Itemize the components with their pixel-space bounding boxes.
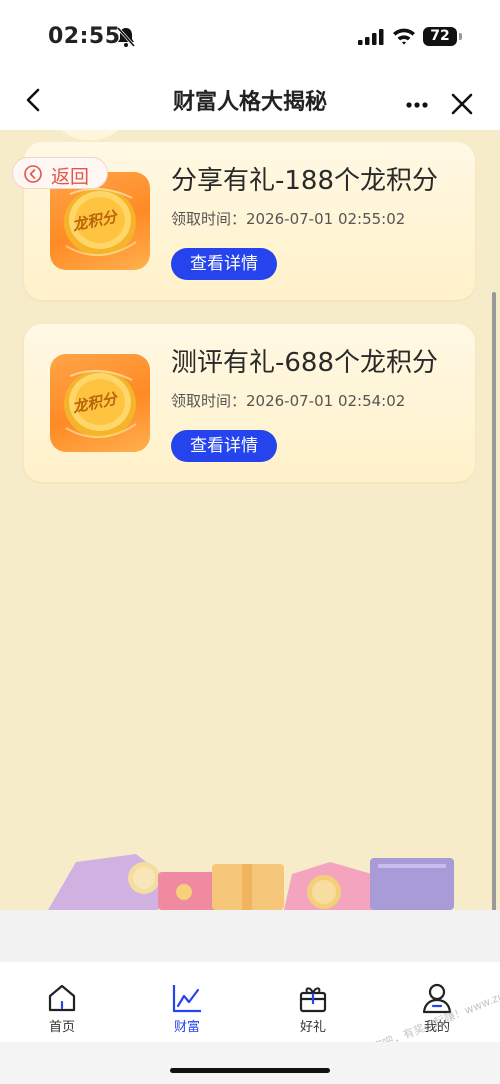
header-decoration [48, 130, 132, 140]
wifi-icon [392, 27, 416, 49]
tab-home[interactable]: 首页 [22, 982, 102, 1042]
footer-spacer [0, 910, 500, 962]
tab-label: 好礼 [299, 1020, 326, 1035]
battery-icon: 72 [423, 27, 457, 46]
more-icon[interactable] [402, 82, 432, 118]
home-indicator[interactable] [170, 1068, 330, 1073]
reward-title: 分享有礼-188个龙积分 [171, 166, 439, 196]
reward-time: 领取时间：2026-07-01 02:54:02 [171, 392, 406, 410]
back-button[interactable]: 返回 [12, 157, 108, 189]
status-bar: 02:55 72 [0, 0, 500, 70]
bell-slash-icon [116, 26, 136, 52]
tab-label: 财富 [173, 1020, 200, 1035]
home-icon [48, 984, 76, 1012]
nav-bar: 财富人格大揭秘 [0, 70, 500, 130]
close-icon[interactable] [447, 82, 477, 118]
records-list: 龙积分 分享有礼-188个龙积分 领取时间：2026-07-01 02:55:0… [0, 130, 500, 910]
reward-title: 测评有礼-688个龙积分 [171, 348, 439, 378]
gift-icon [299, 987, 327, 1013]
scrollbar[interactable] [492, 292, 496, 956]
reward-card: 龙积分 测评有礼-688个龙积分 领取时间：2026-07-01 02:54:0… [24, 324, 475, 482]
tab-wealth[interactable]: 财富 [147, 982, 227, 1042]
reward-time: 领取时间：2026-07-01 02:55:02 [171, 210, 406, 228]
coin-icon: 龙积分 [50, 354, 150, 452]
battery-tip [459, 33, 462, 40]
tab-gift[interactable]: 好礼 [273, 982, 353, 1042]
signal-icon [358, 29, 384, 49]
bottom-safe-area [0, 1042, 500, 1084]
view-details-button[interactable]: 查看详情 [171, 248, 277, 280]
view-details-button[interactable]: 查看详情 [171, 430, 277, 462]
chart-trend-icon [172, 985, 201, 1013]
gift-decoration [40, 848, 460, 910]
tab-label: 首页 [48, 1020, 75, 1035]
status-time: 02:55 [48, 24, 121, 49]
back-button-label: 返回 [51, 166, 90, 188]
back-circle-icon [23, 164, 43, 188]
